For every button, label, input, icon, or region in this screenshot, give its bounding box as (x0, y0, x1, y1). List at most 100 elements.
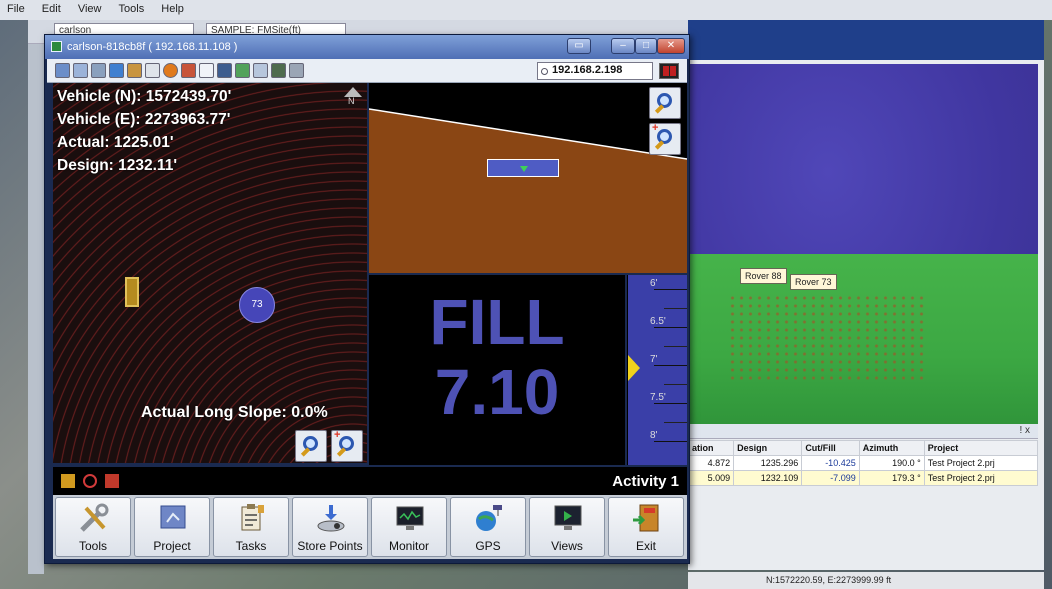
toolbar-monitor-icon[interactable] (217, 63, 232, 78)
cell-azimuth: 190.0 ° (858, 455, 925, 471)
scale-tick (654, 403, 687, 404)
restore-icon[interactable]: ▭ (567, 38, 591, 54)
site-map-view[interactable]: Rover 88 Rover 73 (688, 64, 1038, 424)
col-elevation[interactable]: ation (687, 440, 735, 456)
window-title-bar[interactable]: carlson-818cb8f ( 192.168.11.108 ) ▭ – □… (45, 35, 689, 59)
cell-design: 1235.296 (733, 455, 803, 471)
cell-design: 1232.109 (733, 470, 803, 486)
col-azimuth[interactable]: Azimuth (858, 440, 925, 456)
scale-label: 6' (650, 278, 658, 289)
app-icon (51, 41, 62, 52)
terrain-profile (369, 108, 687, 273)
cell-project: Test Project 2.prj (923, 470, 1039, 486)
toolbar-copy-icon[interactable] (289, 63, 304, 78)
toolbar-grid-icon[interactable] (181, 63, 196, 78)
toolbar-chip-icon[interactable] (271, 63, 286, 78)
col-project[interactable]: Project (923, 440, 1039, 456)
exit-button[interactable]: Exit (608, 497, 684, 557)
cut-fill-value: 7.10 (434, 356, 560, 428)
grade-indicator-scale: 6' 6.5' 7' 7.5' 8' (627, 275, 687, 465)
stop-connection-icon[interactable] (659, 63, 679, 79)
table-header: ation Design Cut/Fill Azimuth Project (687, 440, 1039, 456)
table-row[interactable]: 5.009 1232.109 -7.099 179.3 ° Test Proje… (687, 470, 1039, 486)
profile-zoom-in-button[interactable]: + (649, 122, 681, 155)
tasks-button[interactable]: Tasks (213, 497, 289, 557)
toolbar-folder-icon[interactable] (145, 63, 160, 78)
panel-pin-close-icon[interactable]: ǃ x (1019, 425, 1030, 436)
menu-file[interactable]: File (0, 0, 32, 18)
scale-minor-tick (664, 384, 687, 385)
table-row[interactable]: 4.872 1235.296 -10.425 190.0 ° Test Proj… (687, 455, 1039, 471)
menu-tools[interactable]: Tools (112, 0, 152, 18)
scale-tick (654, 289, 687, 290)
blade-indicator (487, 159, 559, 177)
monitor-button[interactable]: Monitor (371, 497, 447, 557)
exit-door-icon (633, 504, 659, 532)
scale-tick (654, 441, 687, 442)
menu-edit[interactable]: Edit (35, 0, 68, 18)
machine-link-icon[interactable] (61, 474, 75, 488)
toolbar-fullscreen-icon[interactable] (199, 63, 214, 78)
rover-data-table: ation Design Cut/Fill Azimuth Project 4.… (687, 440, 1039, 486)
toolbar-refresh-icon[interactable] (109, 63, 124, 78)
toolbar-document-icon[interactable] (253, 63, 268, 78)
wrench-screwdriver-icon (80, 503, 109, 532)
map-texture (728, 294, 928, 384)
tools-label: Tools (78, 539, 107, 553)
store-points-label: Store Points (297, 539, 363, 553)
ip-radio-icon[interactable] (541, 68, 548, 75)
alert-icon[interactable] (105, 474, 119, 488)
minimize-button[interactable]: – (611, 38, 635, 54)
cell-azimuth: 179.3 ° (858, 470, 925, 486)
tasks-label: Tasks (235, 539, 267, 553)
tools-button[interactable]: Tools (55, 497, 131, 557)
design-elevation: Design: 1232.11' (57, 157, 178, 174)
background-menu-bar: File Edit View Tools Help (0, 0, 1052, 20)
toolbar-keyboard-icon[interactable] (235, 63, 250, 78)
toolbar-paint-icon[interactable] (127, 63, 142, 78)
clipboard-icon (241, 504, 264, 531)
plan-zoom-in-button[interactable]: + (331, 429, 363, 462)
rover-88-label[interactable]: Rover 88 (740, 268, 787, 284)
cell-project: Test Project 2.prj (923, 455, 1039, 471)
ip-address-field[interactable]: 192.168.2.198 (537, 62, 653, 80)
project-button[interactable]: Project (134, 497, 210, 557)
activity-label[interactable]: Activity 1 (612, 473, 679, 490)
window-toolbar: 192.168.2.198 (47, 59, 687, 83)
rover-marker[interactable]: 73 (239, 287, 275, 323)
toolbar-record-icon[interactable] (163, 63, 178, 78)
scale-minor-tick (664, 346, 687, 347)
cut-fill-readout: FILL 7.10 (369, 275, 625, 465)
plan-view[interactable]: Vehicle (N): 1572439.70' Vehicle (E): 22… (53, 83, 367, 463)
views-icon (554, 505, 582, 530)
scale-minor-tick (664, 422, 687, 423)
background-left-strip (28, 44, 44, 574)
north-arrow-icon: N (343, 87, 363, 109)
background-status-bar: N:1572220.59, E:2273999.99 ft (688, 572, 1044, 589)
exit-label: Exit (635, 539, 656, 553)
close-button[interactable]: ✕ (657, 38, 685, 54)
store-points-button[interactable]: Store Points (292, 497, 368, 557)
toolbar-screen-icon[interactable] (55, 63, 70, 78)
profile-view[interactable]: + (369, 83, 687, 273)
plan-zoom-out-button[interactable] (295, 430, 327, 462)
gps-button[interactable]: GPS (450, 497, 526, 557)
vehicle-readouts: Vehicle (N): 1572439.70' Vehicle (E): 22… (53, 83, 235, 179)
rover-73-label[interactable]: Rover 73 (790, 274, 837, 290)
store-points-icon (317, 505, 345, 532)
toolbar-tools-icon[interactable] (91, 63, 106, 78)
col-cutfill[interactable]: Cut/Fill (801, 440, 860, 456)
window-title: carlson-818cb8f ( 192.168.11.108 ) (67, 41, 238, 53)
machine-status-bar: Activity 1 (53, 467, 687, 495)
profile-zoom-out-button[interactable] (649, 87, 681, 119)
vehicle-northing: Vehicle (N): 1572439.70' (57, 88, 232, 105)
views-button[interactable]: Views (529, 497, 605, 557)
maximize-button[interactable]: □ (635, 38, 657, 54)
menu-view[interactable]: View (71, 0, 109, 18)
col-design[interactable]: Design (733, 440, 803, 456)
radio-signal-icon[interactable] (83, 474, 97, 488)
screen: File Edit View Tools Help carlson SAMPLE… (0, 0, 1052, 589)
menu-help[interactable]: Help (154, 0, 191, 18)
toolbar-layers-icon[interactable] (73, 63, 88, 78)
monitor-icon (396, 506, 424, 530)
